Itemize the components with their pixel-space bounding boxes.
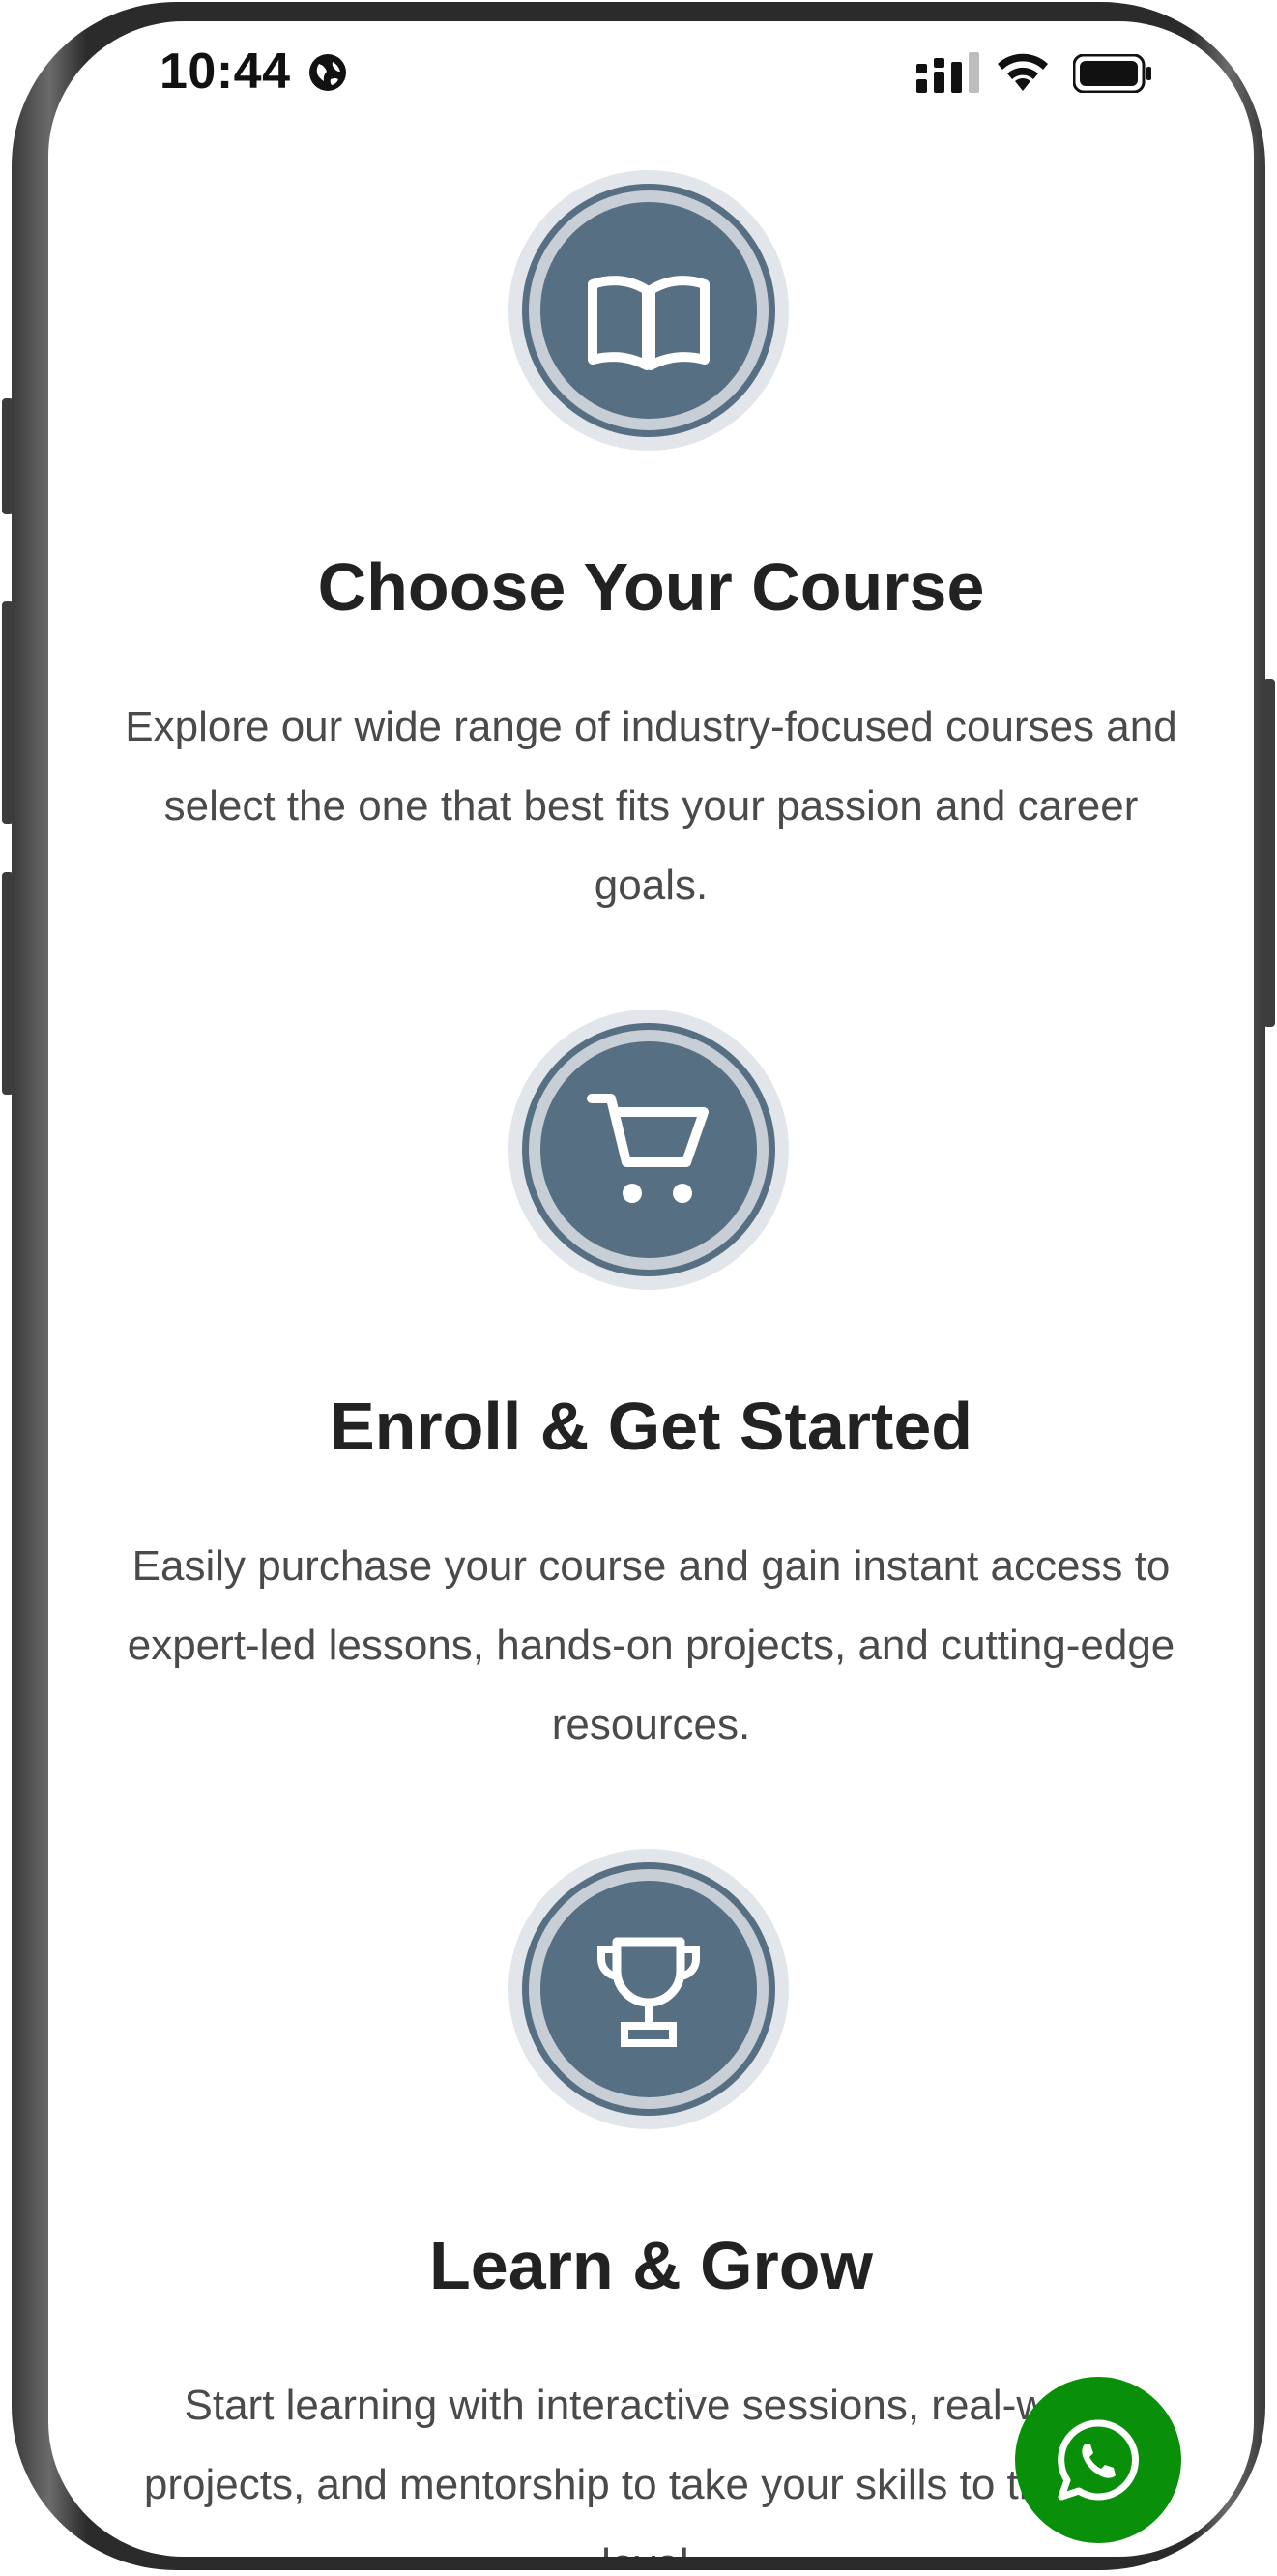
cellular-signal-icon xyxy=(916,52,979,93)
wifi-icon xyxy=(998,53,1048,91)
whatsapp-chat-button[interactable] xyxy=(1015,2377,1181,2543)
globe-icon xyxy=(309,54,346,91)
action-button xyxy=(2,398,14,514)
step-title: Learn & Grow xyxy=(429,2228,873,2303)
open-book-icon xyxy=(529,190,769,430)
battery-icon xyxy=(1073,54,1151,93)
screen: 10:44 Choose Your Course Explore our wid… xyxy=(48,21,1254,2557)
step-icon-badge xyxy=(508,170,789,451)
power-button xyxy=(1263,679,1275,1027)
step-description: Easily purchase your course and gain ins… xyxy=(127,1542,1175,1748)
status-time: 10:44 xyxy=(160,44,291,100)
shopping-cart-icon xyxy=(529,1030,769,1270)
volume-down-button xyxy=(2,872,14,1095)
step-description: Explore our wide range of industry-focus… xyxy=(125,703,1177,909)
volume-up-button xyxy=(2,601,14,824)
status-bar: 10:44 xyxy=(48,21,1254,108)
trophy-icon xyxy=(529,1869,769,2109)
step-title: Enroll & Get Started xyxy=(329,1389,973,1464)
step-icon-badge xyxy=(508,1010,789,1290)
phone-frame: 10:44 Choose Your Course Explore our wid… xyxy=(2,2,1275,2570)
step-icon-badge xyxy=(508,1849,789,2129)
step-title: Choose Your Course xyxy=(317,549,985,625)
whatsapp-icon xyxy=(1058,2419,1139,2501)
